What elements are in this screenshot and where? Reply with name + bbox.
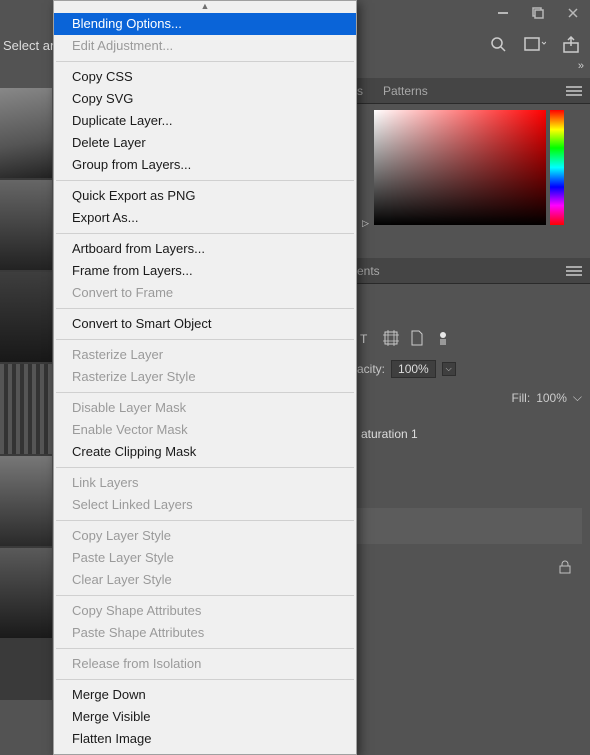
maximize-button[interactable] bbox=[520, 0, 555, 25]
menu-separator bbox=[56, 648, 354, 649]
document-filter-icon[interactable] bbox=[409, 330, 425, 346]
tab-swatches-partial[interactable]: s bbox=[357, 78, 373, 104]
thumbnail[interactable] bbox=[0, 548, 52, 638]
opacity-value[interactable]: 100% bbox=[391, 360, 436, 378]
window-controls bbox=[485, 0, 590, 25]
svg-text:T: T bbox=[360, 332, 368, 346]
lock-icon bbox=[558, 560, 572, 574]
opacity-label: acity: bbox=[357, 362, 385, 376]
menu-item[interactable]: Delete Layer bbox=[54, 132, 356, 154]
frame-filter-icon[interactable] bbox=[383, 330, 399, 346]
history-thumbnails bbox=[0, 88, 52, 700]
share-button[interactable] bbox=[560, 34, 582, 56]
menu-item[interactable]: Export As... bbox=[54, 207, 356, 229]
color-panel-tabs: s Patterns bbox=[357, 78, 590, 104]
fill-label: Fill: bbox=[512, 391, 531, 405]
fill-value[interactable]: 100% bbox=[536, 391, 567, 405]
type-filter-icon[interactable]: T bbox=[357, 330, 373, 346]
workspace-icon bbox=[524, 36, 546, 54]
panel-menu-button-2[interactable] bbox=[566, 265, 582, 277]
close-button[interactable] bbox=[555, 0, 590, 25]
menu-item: Copy Layer Style bbox=[54, 525, 356, 547]
tab-patterns[interactable]: Patterns bbox=[373, 78, 438, 104]
layer-name: aturation 1 bbox=[361, 427, 418, 441]
menu-item[interactable]: Convert to Smart Object bbox=[54, 313, 356, 335]
thumbnail[interactable] bbox=[0, 272, 52, 362]
thumbnail[interactable] bbox=[0, 180, 52, 270]
thumbnail[interactable] bbox=[0, 364, 52, 454]
menu-item[interactable]: Create Clipping Mask bbox=[54, 441, 356, 463]
layer-row[interactable]: aturation 1 bbox=[357, 422, 582, 446]
workspace-button[interactable] bbox=[524, 34, 546, 56]
menu-item: Edit Adjustment... bbox=[54, 35, 356, 57]
minimize-icon bbox=[497, 7, 509, 19]
menu-item: Convert to Frame bbox=[54, 282, 356, 304]
color-indicator-icon: ▷ bbox=[362, 218, 369, 229]
more-options[interactable]: » bbox=[578, 60, 584, 72]
menu-item[interactable]: Artboard from Layers... bbox=[54, 238, 356, 260]
menu-item: Enable Vector Mask bbox=[54, 419, 356, 441]
minimize-button[interactable] bbox=[485, 0, 520, 25]
opacity-control: acity: 100% ⌵ bbox=[357, 360, 582, 378]
panel-menu-button[interactable] bbox=[566, 85, 582, 97]
layer-lock-icon[interactable] bbox=[558, 560, 572, 574]
menu-item: Link Layers bbox=[54, 472, 356, 494]
menu-item: Paste Shape Attributes bbox=[54, 622, 356, 644]
color-picker: ▷ bbox=[374, 110, 564, 225]
menu-icon bbox=[566, 265, 582, 277]
menu-item[interactable]: Quick Export as PNG bbox=[54, 185, 356, 207]
menu-separator bbox=[56, 180, 354, 181]
menu-item[interactable]: Frame from Layers... bbox=[54, 260, 356, 282]
menu-item[interactable]: Copy CSS bbox=[54, 66, 356, 88]
hue-slider[interactable] bbox=[550, 110, 564, 225]
menu-item[interactable]: Blending Options... bbox=[54, 13, 356, 35]
adjustments-panel-tabs: ents bbox=[357, 258, 590, 284]
menu-separator bbox=[56, 520, 354, 521]
menu-item[interactable]: Copy SVG bbox=[54, 88, 356, 110]
layer-filter-bar: T bbox=[357, 330, 582, 346]
menu-separator bbox=[56, 467, 354, 468]
menu-item[interactable]: Flatten Image bbox=[54, 728, 356, 750]
menu-item: Rasterize Layer bbox=[54, 344, 356, 366]
menu-item[interactable]: Group from Layers... bbox=[54, 154, 356, 176]
color-saturation-field[interactable] bbox=[374, 110, 546, 225]
menu-separator bbox=[56, 233, 354, 234]
menu-item: Copy Shape Attributes bbox=[54, 600, 356, 622]
menu-separator bbox=[56, 679, 354, 680]
menu-separator bbox=[56, 392, 354, 393]
menu-separator bbox=[56, 308, 354, 309]
tab-adjustments-partial[interactable]: ents bbox=[357, 258, 390, 284]
menu-item: Release from Isolation bbox=[54, 653, 356, 675]
share-icon bbox=[562, 36, 580, 54]
layer-row-background[interactable] bbox=[357, 508, 582, 544]
search-button[interactable] bbox=[488, 34, 510, 56]
menu-item[interactable]: Merge Visible bbox=[54, 706, 356, 728]
fill-control: Fill: 100% ⌵ bbox=[357, 390, 582, 405]
thumbnail[interactable] bbox=[0, 88, 52, 178]
fill-dropdown[interactable]: ⌵ bbox=[573, 390, 582, 405]
menu-separator bbox=[56, 339, 354, 340]
search-icon bbox=[490, 36, 508, 54]
maximize-icon bbox=[532, 7, 544, 19]
menu-item[interactable]: Duplicate Layer... bbox=[54, 110, 356, 132]
menu-item: Clear Layer Style bbox=[54, 569, 356, 591]
menu-scroll-up[interactable]: ▲ bbox=[54, 1, 356, 13]
menu-item: Select Linked Layers bbox=[54, 494, 356, 516]
smartobject-filter-icon[interactable] bbox=[435, 330, 451, 346]
menu-item: Paste Layer Style bbox=[54, 547, 356, 569]
menu-separator bbox=[56, 61, 354, 62]
close-icon bbox=[567, 7, 579, 19]
menu-item: Disable Layer Mask bbox=[54, 397, 356, 419]
layer-context-menu: ▲ Blending Options...Edit Adjustment... C… bbox=[53, 0, 357, 755]
menu-icon bbox=[566, 85, 582, 97]
menu-separator bbox=[56, 595, 354, 596]
menu-item[interactable]: Merge Down bbox=[54, 684, 356, 706]
thumbnail[interactable] bbox=[0, 456, 52, 546]
menu-item: Rasterize Layer Style bbox=[54, 366, 356, 388]
opacity-dropdown[interactable]: ⌵ bbox=[442, 362, 456, 376]
